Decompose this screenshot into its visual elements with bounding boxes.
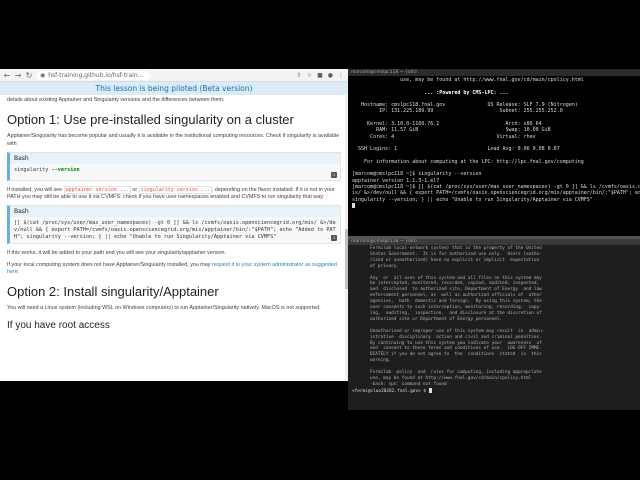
installed-text-or: or [132,186,138,193]
address-bar[interactable]: ◉ hsf-training.github.io/hsf-train... [36,70,150,80]
terminal-cursor [428,387,432,393]
bookmark-star-icon[interactable]: ☆ [307,72,312,79]
terminal-bottom[interactable]: marcom@cmslpc118 — (ssh) Fermilab local-… [348,239,640,410]
desktop-bottom-area [0,410,640,480]
desktop-top-area [0,0,640,67]
terminal-line: <fermi@cluo20282.fnal.gov> $ [352,387,636,395]
terminal-bottom-output: Fermilab local-network system) that is t… [348,245,640,395]
option1-heading: Option 1: Use pre-installed singularity … [7,112,294,128]
intro-paragraph: details about existing Apptainer and Sin… [7,97,225,103]
copy-icon[interactable]: ❐ [331,235,337,242]
code-block-label: Bash [10,206,340,218]
lesson-content: details about existing Apptainer and Sin… [0,95,348,331]
terminal-line [352,202,636,209]
local-system-paragraph: If your local computing system does not … [7,262,341,277]
share-icon[interactable]: ⇧ [297,72,302,79]
inline-code-singularity: singularity version ... [138,185,212,194]
browser-toolbar: ← → ↻ ◉ hsf-training.github.io/hsf-train… [0,69,348,82]
browser-window: ← → ↻ ◉ hsf-training.github.io/hsf-train… [0,69,348,381]
copy-icon[interactable]: ❐ [331,171,337,178]
code-block-label: Bash [10,152,340,164]
code-block-body: singularity --version ❐ [10,163,340,180]
address-text: hsf-training.github.io/hsf-train... [48,71,144,79]
code-block-cvmfs: Bash [[ $(cat /proc/sys/user/max_user_na… [7,205,341,245]
code-block-version: Bash singularity --version ❐ [7,151,341,181]
code-command: singularity [14,166,49,173]
option2-paragraph: You will need a Linux system (including … [7,305,321,312]
profile-icon[interactable]: ● [328,72,333,79]
local-text-pre: If your local computing system does not … [7,261,211,268]
terminal-title: marcom@cmslpc118 — (ssh) [348,69,640,76]
back-icon[interactable]: ← [3,71,11,80]
root-access-heading: If you have root access [7,320,110,332]
works-paragraph: If this works, it will be added to your … [7,250,227,257]
forward-icon[interactable]: → [14,71,22,80]
beta-banner: This lesson is being piloted (Beta versi… [0,82,348,95]
extensions-icon[interactable]: ■ [317,72,323,79]
installed-paragraph: If installed, you will see apptainer ver… [7,185,341,202]
option1-paragraph: Apptainer/Singularity has become popular… [7,133,340,147]
terminal-top-output: use, may be found at http://www.fnal.gov… [348,76,640,210]
installed-text-pre: If installed, you will see [7,186,63,193]
code-block-body: [[ $(cat /proc/sys/user/max_user_namespa… [10,217,340,244]
inline-code-apptainer: apptainer version ... [63,185,131,194]
option2-heading: Option 2: Install singularity/Apptainer [7,284,219,300]
lock-icon: ◉ [40,71,46,79]
menu-icon[interactable]: ⋮ [338,72,344,79]
code-cvmfs-text: [[ $(cat /proc/sys/user/max_user_namespa… [14,220,336,240]
terminal-line: is/ &>/dev/null && { export PATH=/cvmfs/… [352,190,640,197]
code-argument: --version [51,166,80,173]
reload-icon[interactable]: ↻ [25,71,33,80]
terminal-top[interactable]: marcom@cmslpc118 — (ssh) use, may be fou… [348,69,640,236]
terminal-cursor [352,202,355,208]
